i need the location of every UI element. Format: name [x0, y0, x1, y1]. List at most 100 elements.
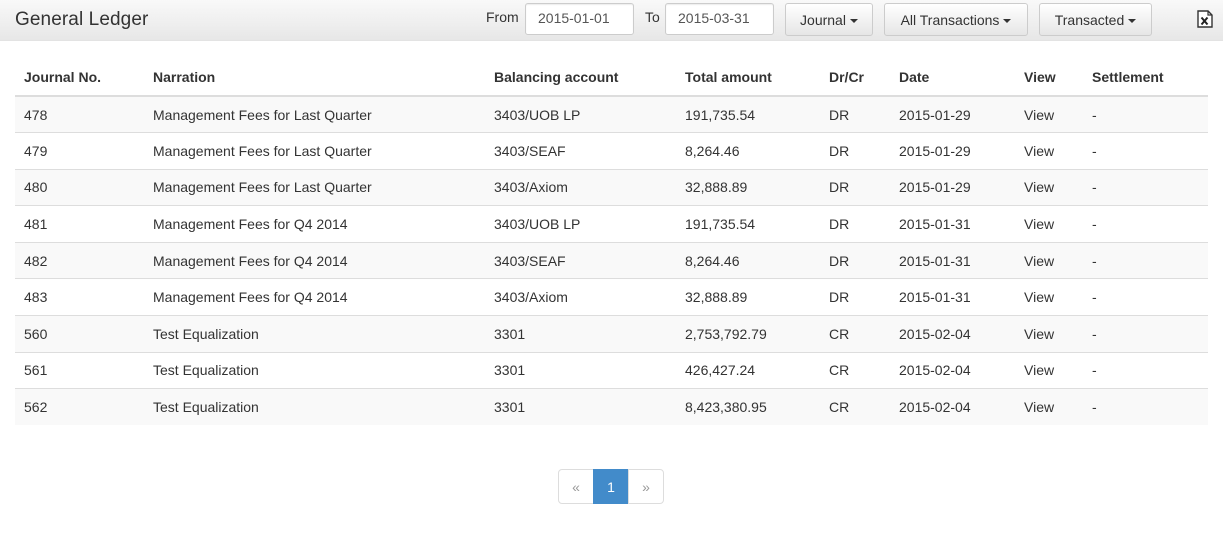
cell-settlement: -	[1083, 168, 1208, 206]
transacted-dropdown-label: Transacted	[1054, 11, 1125, 28]
column-header-total-amount: Total amount	[676, 59, 820, 97]
cell-date: 2015-01-31	[890, 278, 1015, 316]
pagination-next-button[interactable]: »	[628, 469, 664, 504]
cell-dr-cr: DR	[820, 96, 890, 133]
cell-journal-no: 479	[15, 132, 144, 170]
cell-balancing-account: 3301	[485, 388, 676, 426]
column-header-balancing-account: Balancing account	[485, 59, 676, 97]
column-header-dr-cr: Dr/Cr	[820, 59, 890, 97]
column-header-narration: Narration	[144, 59, 485, 97]
cell-date: 2015-01-29	[890, 168, 1015, 206]
cell-dr-cr: CR	[820, 388, 890, 426]
cell-date: 2015-01-31	[890, 205, 1015, 243]
cell-narration: Test Equalization	[144, 351, 485, 389]
cell-narration: Management Fees for Q4 2014	[144, 278, 485, 316]
cell-balancing-account: 3301	[485, 351, 676, 389]
top-toolbar: General Ledger From 2015-01-01 To 2015-0…	[0, 0, 1223, 41]
cell-total-amount: 8,264.46	[676, 132, 820, 170]
cell-date: 2015-02-04	[890, 351, 1015, 389]
cell-date: 2015-01-29	[890, 96, 1015, 133]
to-date-input[interactable]: 2015-03-31	[665, 3, 774, 35]
cell-dr-cr: DR	[820, 168, 890, 206]
view-link[interactable]: View	[1015, 388, 1083, 426]
cell-settlement: -	[1083, 205, 1208, 243]
table-row[interactable]: 483 Management Fees for Q4 2014 3403/Axiom…	[15, 278, 1208, 316]
cell-narration: Management Fees for Q4 2014	[144, 241, 485, 279]
ledger-table: Journal No. Narration Balancing account …	[15, 59, 1208, 426]
cell-total-amount: 8,264.46	[676, 241, 820, 279]
cell-balancing-account: 3403/SEAF	[485, 241, 676, 279]
table-row[interactable]: 480 Management Fees for Last Quarter 3403/…	[15, 168, 1208, 206]
cell-narration: Management Fees for Last Quarter	[144, 168, 485, 206]
cell-date: 2015-02-04	[890, 388, 1015, 426]
table-row[interactable]: 481 Management Fees for Q4 2014 3403/UOB L…	[15, 205, 1208, 243]
table-row[interactable]: 561 Test Equalization 3301 426,427.24 CR 2015…	[15, 351, 1208, 389]
cell-narration: Test Equalization	[144, 315, 485, 353]
cell-balancing-account: 3403/Axiom	[485, 168, 676, 206]
cell-journal-no: 483	[15, 278, 144, 316]
view-link[interactable]: View	[1015, 351, 1083, 389]
table-row[interactable]: 482 Management Fees for Q4 2014 3403/SEAF 8…	[15, 241, 1208, 279]
view-link[interactable]: View	[1015, 278, 1083, 316]
cell-balancing-account: 3403/SEAF	[485, 132, 676, 170]
from-date-input[interactable]: 2015-01-01	[525, 3, 634, 35]
pagination: « 1 »	[558, 469, 664, 504]
journal-dropdown-button[interactable]: Journal	[785, 3, 873, 36]
column-header-journal-no: Journal No.	[15, 59, 144, 97]
table-row[interactable]: 560 Test Equalization 3301 2,753,792.79 CR 20…	[15, 315, 1208, 353]
table-row[interactable]: 478 Management Fees for Last Quarter 3403/…	[15, 96, 1208, 133]
cell-dr-cr: CR	[820, 315, 890, 353]
cell-date: 2015-02-04	[890, 315, 1015, 353]
cell-date: 2015-01-31	[890, 241, 1015, 279]
view-link[interactable]: View	[1015, 168, 1083, 206]
cell-settlement: -	[1083, 278, 1208, 316]
cell-journal-no: 480	[15, 168, 144, 206]
view-link[interactable]: View	[1015, 241, 1083, 279]
cell-narration: Management Fees for Last Quarter	[144, 132, 485, 170]
cell-balancing-account: 3301	[485, 315, 676, 353]
cell-total-amount: 2,753,792.79	[676, 315, 820, 353]
view-link[interactable]: View	[1015, 205, 1083, 243]
cell-total-amount: 8,423,380.95	[676, 388, 820, 426]
view-link[interactable]: View	[1015, 315, 1083, 353]
cell-journal-no: 560	[15, 315, 144, 353]
cell-narration: Test Equalization	[144, 388, 485, 426]
cell-settlement: -	[1083, 241, 1208, 279]
pagination-page-1[interactable]: 1	[593, 469, 629, 504]
view-link[interactable]: View	[1015, 132, 1083, 170]
caret-down-icon	[849, 18, 858, 23]
transacted-dropdown-button[interactable]: Transacted	[1039, 3, 1152, 36]
pagination-prev-button[interactable]: «	[558, 469, 594, 504]
table-row[interactable]: 479 Management Fees for Last Quarter 3403/…	[15, 132, 1208, 170]
excel-file-icon[interactable]	[1197, 10, 1213, 28]
cell-balancing-account: 3403/Axiom	[485, 278, 676, 316]
cell-balancing-account: 3403/UOB LP	[485, 205, 676, 243]
cell-narration: Management Fees for Last Quarter	[144, 96, 485, 133]
view-link[interactable]: View	[1015, 96, 1083, 133]
cell-balancing-account: 3403/UOB LP	[485, 96, 676, 133]
caret-down-icon	[1003, 18, 1012, 23]
cell-narration: Management Fees for Q4 2014	[144, 205, 485, 243]
transactions-filter-dropdown-button[interactable]: All Transactions	[884, 3, 1028, 36]
table-header-row: Journal No. Narration Balancing account …	[15, 59, 1208, 97]
cell-journal-no: 561	[15, 351, 144, 389]
cell-settlement: -	[1083, 132, 1208, 170]
cell-dr-cr: DR	[820, 278, 890, 316]
cell-total-amount: 32,888.89	[676, 278, 820, 316]
column-header-settlement: Settlement	[1083, 59, 1208, 97]
cell-total-amount: 426,427.24	[676, 351, 820, 389]
transactions-filter-label: All Transactions	[900, 11, 1000, 28]
cell-dr-cr: DR	[820, 205, 890, 243]
cell-settlement: -	[1083, 96, 1208, 133]
cell-dr-cr: DR	[820, 132, 890, 170]
cell-settlement: -	[1083, 388, 1208, 426]
table-row[interactable]: 562 Test Equalization 3301 8,423,380.95 CR 20…	[15, 388, 1208, 426]
cell-total-amount: 191,735.54	[676, 205, 820, 243]
to-label: To	[645, 9, 660, 25]
cell-journal-no: 562	[15, 388, 144, 426]
cell-dr-cr: CR	[820, 351, 890, 389]
caret-down-icon	[1128, 18, 1137, 23]
cell-dr-cr: DR	[820, 241, 890, 279]
cell-journal-no: 481	[15, 205, 144, 243]
column-header-date: Date	[890, 59, 1015, 97]
